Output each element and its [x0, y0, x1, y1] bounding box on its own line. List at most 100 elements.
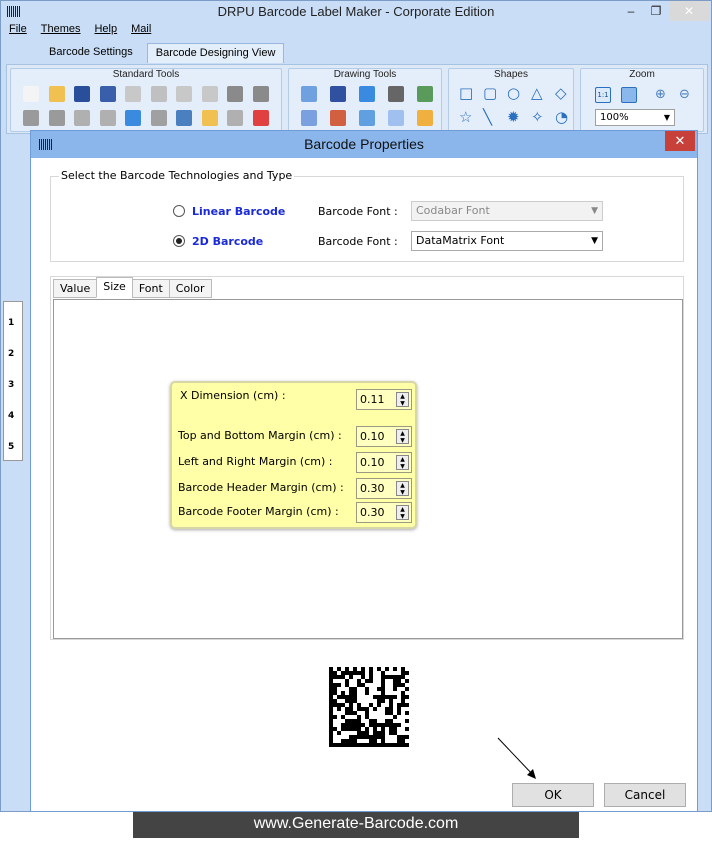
spin-arrows-icon[interactable]: ▲ ▼ [396, 429, 409, 444]
barcode-module [361, 731, 365, 735]
tab-color[interactable]: Color [168, 279, 212, 298]
barcode-module [385, 675, 389, 679]
drawing-tool-icon[interactable] [388, 110, 404, 126]
standard-tool-icon[interactable] [252, 110, 269, 126]
barcode-module [349, 735, 353, 739]
shape-tool-icon[interactable]: △ [531, 84, 547, 102]
zoom-fit-icon[interactable] [621, 87, 637, 103]
size-field-value: 0.10 [360, 430, 385, 443]
drawing-tool-icon[interactable] [359, 86, 375, 102]
tab-barcode-designing-view[interactable]: Barcode Designing View [146, 43, 285, 63]
2d-barcode-label[interactable]: 2D Barcode [192, 235, 263, 248]
tab-font[interactable]: Font [131, 279, 170, 298]
2d-barcode-radio[interactable] [173, 235, 185, 247]
tab-size[interactable]: Size [96, 277, 133, 298]
shape-tool-icon[interactable]: ▢ [483, 84, 499, 102]
zoom-out-icon[interactable]: ⊖ [679, 87, 695, 103]
zoom-in-icon[interactable]: ⊕ [655, 87, 671, 103]
linear-barcode-label[interactable]: Linear Barcode [192, 205, 285, 218]
cancel-button[interactable]: Cancel [604, 783, 686, 807]
ok-button[interactable]: OK [512, 783, 594, 807]
linear-barcode-radio[interactable] [173, 205, 185, 217]
close-button[interactable]: ✕ [669, 1, 709, 21]
barcode-module [357, 671, 361, 675]
barcode-module [397, 711, 401, 715]
spin-arrows-icon[interactable]: ▲ ▼ [396, 481, 409, 496]
spin-arrows-icon[interactable]: ▲ ▼ [396, 392, 409, 407]
standard-tool-icon[interactable] [176, 86, 192, 102]
menu-help[interactable]: Help [94, 23, 117, 39]
shape-tool-icon[interactable]: ╲ [483, 108, 499, 126]
standard-tool-icon[interactable] [23, 110, 39, 126]
standard-tool-icon[interactable] [201, 86, 218, 102]
standard-tool-icon[interactable] [99, 86, 116, 102]
dialog-close-button[interactable]: ✕ [665, 131, 695, 151]
spin-arrows-icon[interactable]: ▲ ▼ [396, 455, 409, 470]
menu-file[interactable]: File [9, 23, 27, 39]
restore-button[interactable]: ❐ [646, 1, 666, 21]
drawing-tool-icon[interactable] [301, 110, 317, 126]
menu-themes[interactable]: Themes [41, 23, 81, 39]
shape-tool-icon[interactable]: □ [459, 84, 475, 102]
barcode-icon [39, 139, 53, 150]
barcode-module [377, 699, 381, 703]
size-field-spinner[interactable]: 0.10 ▲ ▼ [356, 426, 412, 447]
title-bar: DRPU Barcode Label Maker - Corporate Edi… [1, 1, 711, 23]
drawing-tool-icon[interactable] [330, 86, 346, 102]
barcode-module [337, 667, 341, 671]
group-title: Shapes [494, 69, 528, 80]
barcode-module [369, 743, 373, 747]
shape-tool-icon[interactable]: ◔ [555, 108, 571, 126]
standard-tool-icon[interactable] [74, 110, 90, 126]
drawing-tool-icon[interactable] [417, 110, 433, 126]
barcode-module [353, 691, 357, 695]
barcode-module [401, 703, 405, 707]
drawing-tool-icon[interactable] [359, 110, 375, 126]
drawing-tool-icon[interactable] [330, 110, 346, 126]
standard-tool-icon[interactable] [48, 110, 65, 126]
group-shapes: Shapes □ ▢ ○ △ ◇ ☆ ╲ ✹ ✧ ◔ [448, 68, 574, 132]
drawing-tool-icon[interactable] [417, 86, 433, 102]
2d-font-select[interactable]: DataMatrix Font ▼ [411, 231, 603, 251]
size-field-spinner[interactable]: 0.10 ▲ ▼ [356, 452, 412, 473]
standard-tool-icon[interactable] [125, 86, 141, 102]
standard-tool-icon[interactable] [74, 86, 90, 102]
tab-barcode-settings[interactable]: Barcode Settings [41, 43, 141, 63]
standard-tool-icon[interactable] [23, 86, 39, 102]
standard-tool-icon[interactable] [150, 110, 167, 126]
shape-tool-icon[interactable]: ✧ [531, 108, 547, 126]
shape-tool-icon[interactable]: ○ [507, 84, 523, 102]
size-field-spinner[interactable]: 0.11 ▲ ▼ [356, 389, 412, 410]
size-field-spinner[interactable]: 0.30 ▲ ▼ [356, 478, 412, 499]
standard-tool-icon[interactable] [150, 86, 167, 102]
shape-tool-icon[interactable]: ☆ [459, 108, 475, 126]
standard-tool-icon[interactable] [227, 86, 243, 102]
barcode-module [405, 711, 409, 715]
standard-tool-icon[interactable] [125, 110, 141, 126]
zoom-actual-size-icon[interactable]: 1:1 [595, 87, 611, 103]
menu-mail[interactable]: Mail [131, 23, 151, 39]
standard-tool-icon[interactable] [48, 86, 65, 102]
barcode-module [373, 739, 377, 743]
barcode-module [357, 735, 361, 739]
shape-tool-icon[interactable]: ✹ [507, 108, 523, 126]
standard-tool-icon[interactable] [227, 110, 243, 126]
barcode-module [361, 667, 365, 671]
shape-tool-icon[interactable]: ◇ [555, 84, 571, 102]
barcode-module [333, 675, 337, 679]
standard-tool-icon[interactable] [99, 110, 116, 126]
tab-value[interactable]: Value [53, 279, 98, 298]
drawing-tool-icon[interactable] [388, 86, 404, 102]
standard-tool-icon[interactable] [201, 110, 218, 126]
minimize-button[interactable]: – [621, 1, 641, 21]
barcode-module [349, 739, 353, 743]
standard-tool-icon[interactable] [176, 110, 192, 126]
spin-arrows-icon[interactable]: ▲ ▼ [396, 505, 409, 520]
standard-tool-icon[interactable] [252, 86, 269, 102]
zoom-select[interactable]: 100% ▼ [595, 109, 675, 126]
size-field-spinner[interactable]: 0.30 ▲ ▼ [356, 502, 412, 523]
linear-font-select[interactable]: Codabar Font ▼ [411, 201, 603, 221]
drawing-tool-icon[interactable] [301, 86, 317, 102]
barcode-module [373, 735, 377, 739]
barcode-module [329, 715, 333, 719]
